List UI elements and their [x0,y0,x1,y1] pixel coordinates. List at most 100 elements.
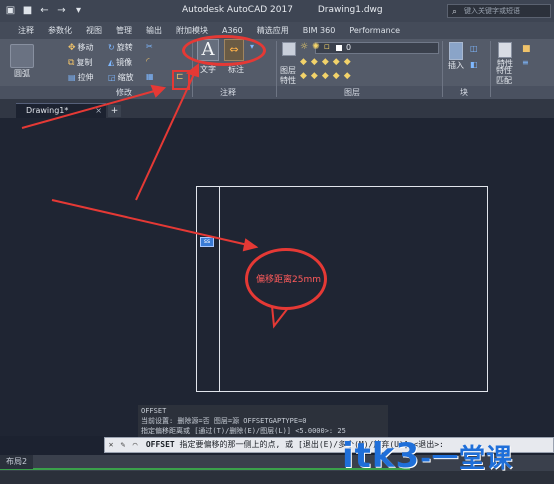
new-tab-button[interactable]: + [108,105,121,117]
file-tab-drawing1[interactable]: Drawing1* × [16,103,106,118]
save-icon[interactable]: ■ [21,4,34,17]
move-button[interactable]: ✥ 移动 [68,42,94,53]
layout-tab[interactable]: 布局2 [0,455,34,469]
copy-label: 复制 [76,58,93,67]
tab-performance[interactable]: Performance [349,22,400,39]
forward-icon[interactable]: → [55,4,68,17]
panel-title-annotation: 注释 [220,88,236,97]
app-title: Autodesk AutoCAD 2017 [182,5,293,15]
copy-button[interactable]: ⧉ 复制 [68,57,92,68]
history-line: OFFSET [141,407,167,415]
drawn-rectangle[interactable] [196,186,488,392]
layer-tool-icon[interactable]: ◆ [344,71,351,81]
insert-button[interactable]: 插入 [446,42,466,71]
window-title: Autodesk AutoCAD 2017 Drawing1.dwg [182,5,383,15]
layer-properties-button[interactable] [280,42,298,56]
layer-tools-row1: ◆ ◆ ◆ ◆ ◆ [300,57,351,67]
rotate-button[interactable]: ↻ 旋转 [108,42,133,53]
callout-text: 偏移距离25mm [256,275,321,285]
match-properties-label: 特性 匹配 [496,66,512,85]
file-tab-label: Drawing1* [26,106,69,115]
layer-properties-icon [282,42,296,56]
tab-manage[interactable]: 管理 [116,22,132,39]
dropdown-icon[interactable]: ▾ [72,4,85,17]
layer-state-icons: ☼ ✺ ▫ [300,42,330,52]
title-bar: ▣ ■ ← → ▾ Autodesk AutoCAD 2017 Drawing1… [0,0,554,22]
ribbon-tabs: 注释 参数化 视图 管理 输出 附加模块 A360 精选应用 BIM 360 P… [0,22,554,39]
move-icon: ✥ [68,42,76,53]
history-line: 指定偏移距离或 [通过(T)/删除(E)/图层(L)] <5.0000>: 25 [141,427,346,435]
sun-icon[interactable]: ✺ [312,42,320,52]
search-icon: ⌕ [452,7,458,17]
tab-featured-apps[interactable]: 精选应用 [257,22,289,39]
back-icon[interactable]: ← [38,4,51,17]
tab-annotate[interactable]: 注释 [18,22,34,39]
open-icon[interactable]: ▣ [4,4,17,17]
annotation-box [172,70,190,90]
move-label: 移动 [77,43,94,52]
insert-icon [449,42,463,60]
arc-label: 圆弧 [14,69,30,78]
mirror-button[interactable]: ◭ 镜像 [108,57,132,68]
plus-icon: + [110,106,119,116]
insert-label: 插入 [448,61,464,70]
layer-tool-icon[interactable]: ◆ [300,57,307,67]
history-line: 当前设置: 删除源=否 图层=源 OFFSETGAPTYPE=0 [141,417,307,425]
arc-icon [10,44,34,68]
layer-tool-icon[interactable]: ◆ [311,71,318,81]
close-icon[interactable]: ✕ [105,438,117,452]
scale-label: 缩放 [117,73,134,82]
ribbon-panel-bar [0,86,554,99]
layer-tool-icon[interactable]: ◆ [333,71,340,81]
trim-icon: ✂ [146,42,153,51]
wrench-icon[interactable]: ✎ [117,438,129,452]
stretch-button[interactable]: ▤ 拉伸 [68,72,94,83]
layer-tool-icon[interactable]: ◆ [322,57,329,67]
layer-dropdown[interactable]: 0 [315,42,439,54]
lock-icon[interactable]: ▫ [324,42,330,52]
document-title: Drawing1.dwg [317,5,383,15]
prop-icon-button[interactable]: ■ [522,44,531,54]
layer-tool-icon[interactable]: ◆ [333,57,340,67]
prop-icon-button[interactable]: ≡ [522,58,529,67]
search-placeholder: 键入关键字或短语 [464,7,520,15]
linetype-icon: ≡ [522,58,529,67]
tab-parametric[interactable]: 参数化 [48,22,72,39]
fillet-button[interactable]: ◜ [146,57,150,67]
layer-tool-icon[interactable]: ◆ [300,71,307,81]
create-block-button[interactable]: ◫ [470,44,478,53]
panel-divider [490,41,491,97]
bulb-icon[interactable]: ☼ [300,42,308,52]
fillet-icon: ◜ [146,57,150,67]
layer-tool-icon[interactable]: ◆ [322,71,329,81]
trim-button[interactable]: ✂ [146,42,153,51]
tab-output[interactable]: 输出 [146,22,162,39]
layer-value: 0 [346,43,352,52]
stretch-icon: ▤ [68,73,76,82]
command-history: OFFSET 当前设置: 删除源=否 图层=源 OFFSETGAPTYPE=0 … [138,405,388,437]
tab-view[interactable]: 视图 [86,22,102,39]
tab-bim360[interactable]: BIM 360 [303,22,336,39]
panel-title-modify: 修改 [116,88,132,97]
layer-properties-label: 图层 特性 [280,66,296,85]
edit-block-button[interactable]: ◧ [470,60,478,69]
panel-title-layer: 图层 [344,88,360,97]
watermark-logo: itk3-一堂课 [342,436,513,476]
layer-tool-icon[interactable]: ◆ [311,57,318,67]
scale-button[interactable]: ◲ 缩放 [108,72,134,83]
close-icon[interactable]: × [95,104,102,118]
mirror-icon: ◭ [108,58,115,67]
grip-label: ss [203,238,211,245]
offset-line[interactable] [219,186,220,392]
annotation-ellipse [182,35,266,66]
mirror-label: 镜像 [116,58,133,67]
quick-access-toolbar: ▣ ■ ← → ▾ [4,4,85,17]
arc-button[interactable]: 圆弧 [8,44,36,79]
properties-icon [498,42,512,58]
layer-tool-icon[interactable]: ◆ [344,57,351,67]
search-input[interactable]: ⌕ 键入关键字或短语 [447,4,551,18]
array-button[interactable]: ▦ [146,72,154,81]
recent-commands-icon[interactable]: ⌒ [129,438,141,452]
properties-button[interactable]: 特性 [494,42,516,69]
text-label: 文字 [200,65,216,74]
